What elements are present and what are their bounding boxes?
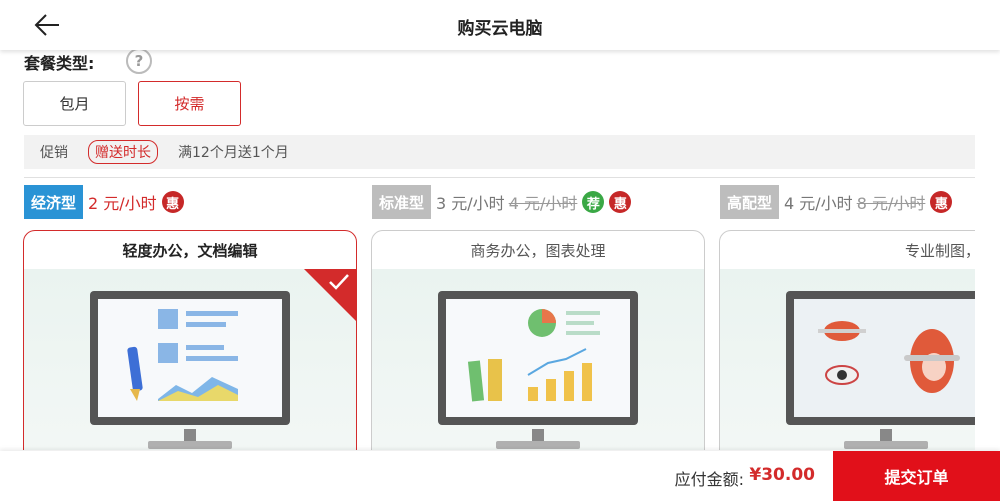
payable-label: 应付金额: [674,470,744,489]
plan-card-standard[interactable]: 商务办公，图表处理 [371,230,705,450]
recommend-badge: 荐 [582,191,605,213]
monitor-chart-icon [438,291,638,449]
card-title: 轻度办公，文档编辑 [122,241,258,260]
bottom-bar: 应付金额: ¥30.00 提交订单 [0,451,1000,501]
card-illustration [720,269,975,450]
tier-name: 标准型 [372,185,432,219]
tier-old-price: 4 元/小时 [508,194,578,213]
top-bar: 购买云电脑 [0,0,1000,50]
tier-economy[interactable]: 经济型 2 元/小时 惠 [24,184,184,220]
plan-card-premium[interactable]: 专业制图，游戏娱乐 [719,230,975,450]
tier-old-price: 8 元/小时 [856,194,926,213]
monitor-document-icon [90,291,290,449]
main-content: 套餐类型: ? 包月 按需 促销 赠送时长 满12个月送1个月 经济型 2 元/… [0,50,1000,450]
check-icon [329,274,349,290]
page-title: 购买云电脑 [457,19,543,39]
tier-premium[interactable]: 高配型 4 元/小时 8 元/小时 惠 [720,184,953,220]
card-title: 商务办公，图表处理 [470,241,606,260]
card-illustration [24,269,356,450]
discount-badge: 惠 [161,191,184,213]
tier-headers: 经济型 2 元/小时 惠 标准型 3 元/小时 4 元/小时 荐 惠 高配型 4… [0,184,975,220]
plan-card-economy[interactable]: 轻度办公，文档编辑 [23,230,357,450]
tier-standard[interactable]: 标准型 3 元/小时 4 元/小时 荐 惠 [372,184,632,220]
card-illustration [372,269,704,450]
tier-price: 2 元/小时 [88,194,157,213]
discount-badge: 惠 [609,191,632,213]
submit-order-button[interactable]: 提交订单 [833,451,1000,501]
tier-scroller: 经济型 2 元/小时 惠 标准型 3 元/小时 4 元/小时 荐 惠 高配型 4… [0,50,975,450]
payable-amount: ¥30.00 [749,465,815,485]
monitor-game-icon [786,291,975,449]
tier-price: 3 元/小时 [436,194,505,213]
tier-name: 经济型 [24,185,84,219]
tier-name: 高配型 [720,185,780,219]
tier-price: 4 元/小时 [784,194,853,213]
card-title: 专业制图，游戏娱乐 [904,241,975,260]
discount-badge: 惠 [930,191,953,213]
